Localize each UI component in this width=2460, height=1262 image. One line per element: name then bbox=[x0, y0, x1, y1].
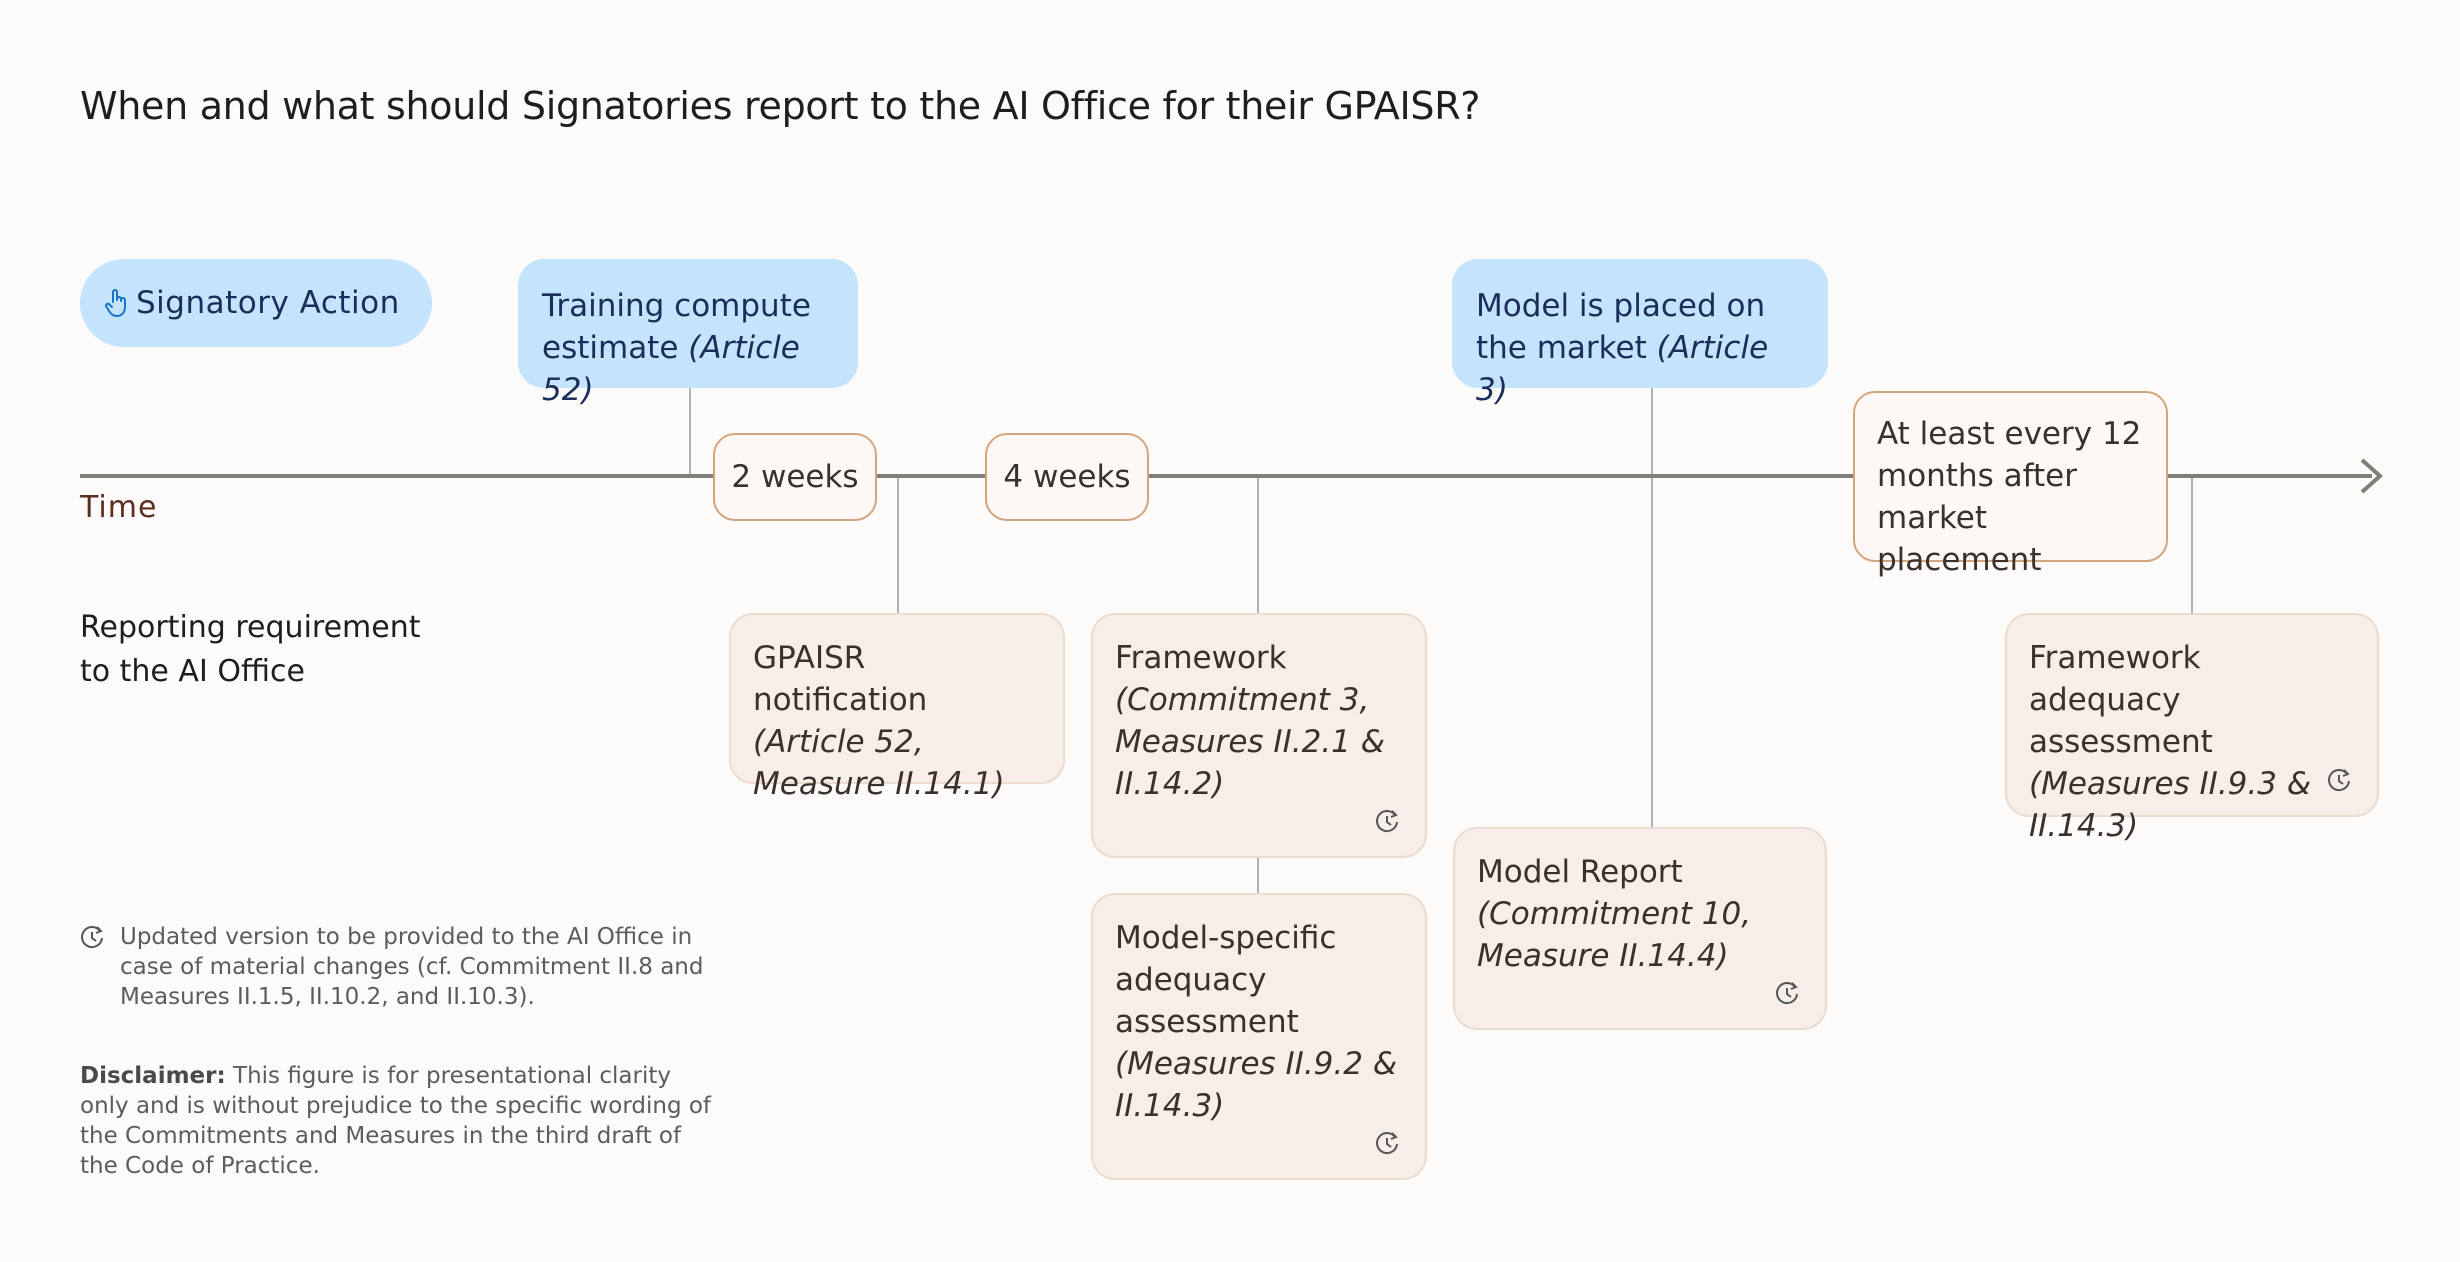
requirement-ref: (Commitment 3, Measures II.2.1 & II.14.2… bbox=[1115, 682, 1385, 802]
footnote-text: Updated version to be provided to the AI… bbox=[120, 924, 704, 1010]
requirement-model-report: Model Report (Commitment 10, Measure II.… bbox=[1453, 827, 1827, 1030]
reporting-requirement-label: Reporting requirement to the AI Office bbox=[80, 610, 421, 689]
requirement-title: Model-specific adequacy assessment bbox=[1115, 920, 1337, 1040]
requirement-framework: Framework (Commitment 3, Measures II.2.1… bbox=[1091, 613, 1427, 858]
requirement-ref: (Measures II.9.2 & II.14.3) bbox=[1115, 1046, 1397, 1124]
requirement-title: Framework adequacy assessment bbox=[2029, 640, 2213, 760]
footnote: Updated version to be provided to the AI… bbox=[80, 922, 720, 1012]
disclaimer-label: Disclaimer: bbox=[80, 1063, 226, 1089]
pointing-hand-icon bbox=[105, 289, 126, 317]
update-clock-icon bbox=[81, 926, 103, 949]
connector bbox=[689, 388, 691, 476]
update-clock-icon bbox=[1376, 810, 1398, 833]
connector bbox=[1651, 388, 1653, 827]
requirement-title: Framework bbox=[1115, 640, 1287, 676]
update-clock-icon bbox=[1376, 1132, 1398, 1155]
requirement-ref: (Measures II.9.3 & II.14.3) bbox=[2029, 766, 2311, 844]
arrow-right-icon bbox=[2360, 458, 2384, 494]
requirement-ref: (Article 52, Measure II.14.1) bbox=[753, 724, 1005, 802]
connector bbox=[2191, 476, 2193, 613]
requirement-gpaisr-notification: GPAISR notification (Article 52, Measure… bbox=[729, 613, 1065, 802]
page-title: When and what should Signatories report … bbox=[80, 84, 1481, 128]
update-clock-icon bbox=[1776, 982, 1798, 1005]
requirement-model-specific-adequacy: Model-specific adequacy assessment (Meas… bbox=[1091, 893, 1427, 1180]
event-training-compute: Training compute estimate (Article 52) bbox=[518, 259, 858, 408]
update-clock-icon bbox=[2328, 769, 2350, 792]
duration-2-weeks: 2 weeks bbox=[713, 433, 877, 521]
duration-annual: At least every 12 months after market pl… bbox=[1853, 391, 2168, 578]
requirement-ref: (Commitment 10, Measure II.14.4) bbox=[1477, 896, 1752, 974]
requirement-title: Model Report bbox=[1477, 854, 1683, 890]
connector bbox=[897, 476, 899, 613]
requirement-framework-adequacy: Framework adequacy assessment (Measures … bbox=[2005, 613, 2379, 844]
legend-label: Signatory Action bbox=[136, 285, 400, 321]
connector bbox=[1257, 858, 1259, 893]
event-market-placement: Model is placed on the market (Article 3… bbox=[1452, 259, 1828, 408]
timeline-label: Time bbox=[80, 490, 158, 525]
disclaimer: Disclaimer: This figure is for presentat… bbox=[80, 1061, 720, 1181]
duration-4-weeks: 4 weeks bbox=[985, 433, 1149, 521]
connector bbox=[1257, 476, 1259, 613]
legend-signatory-action: Signatory Action bbox=[80, 259, 432, 347]
requirement-title: GPAISR notification bbox=[753, 640, 928, 718]
